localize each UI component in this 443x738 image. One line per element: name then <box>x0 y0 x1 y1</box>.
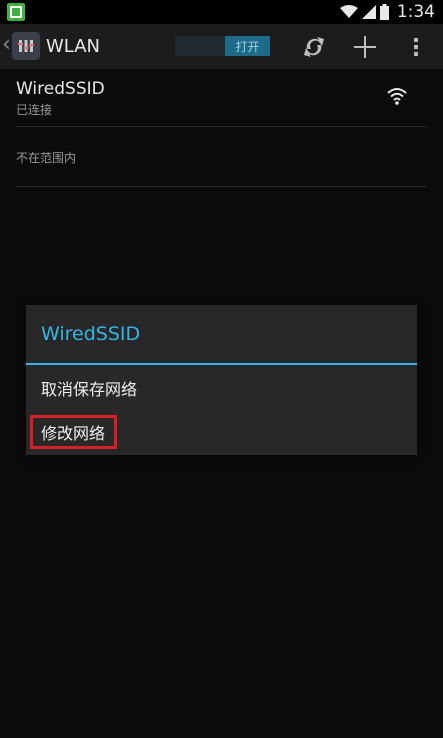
forget-network-label: 取消保存网络 <box>41 380 138 399</box>
page-title: WLAN <box>46 36 101 57</box>
wps-icon <box>304 37 324 57</box>
notification-icon <box>7 3 25 21</box>
overflow-menu-icon <box>414 38 418 56</box>
forget-network-item[interactable]: 取消保存网络 <box>26 367 417 409</box>
network-item-wiredssid[interactable]: WiredSSID 已连接 <box>16 79 427 127</box>
overflow-menu-button[interactable] <box>401 32 431 62</box>
wlan-toggle-thumb: 打开 <box>225 36 270 56</box>
add-network-button[interactable] <box>350 32 380 62</box>
wps-button[interactable] <box>299 32 329 62</box>
network-context-dialog: WiredSSID 取消保存网络 修改网络 <box>26 305 417 455</box>
network-ssid: WiredSSID <box>16 79 105 99</box>
wlan-toggle[interactable]: 打开 <box>175 36 270 56</box>
app-icon[interactable] <box>12 32 40 60</box>
add-icon <box>354 36 376 58</box>
cell-signal-icon <box>361 5 376 19</box>
dialog-title: WiredSSID <box>41 323 141 345</box>
highlight-box <box>30 415 117 449</box>
dialog-title-divider <box>26 363 417 365</box>
out-of-range-label: 不在范围内 <box>16 151 77 165</box>
back-chevron-icon[interactable]: ‹ <box>2 32 11 57</box>
status-icons: 1:34 <box>339 2 435 22</box>
divider <box>16 186 427 187</box>
clock: 1:34 <box>396 2 435 22</box>
wifi-signal-icon <box>339 5 358 18</box>
out-of-range-header: 不在范围内 <box>16 149 427 166</box>
network-status: 已连接 <box>16 103 53 117</box>
wifi-strength-icon <box>387 88 407 105</box>
divider <box>16 126 427 127</box>
status-bar: 1:34 <box>0 0 443 24</box>
action-bar: ‹ WLAN 打开 <box>0 24 443 69</box>
battery-icon <box>379 4 389 20</box>
